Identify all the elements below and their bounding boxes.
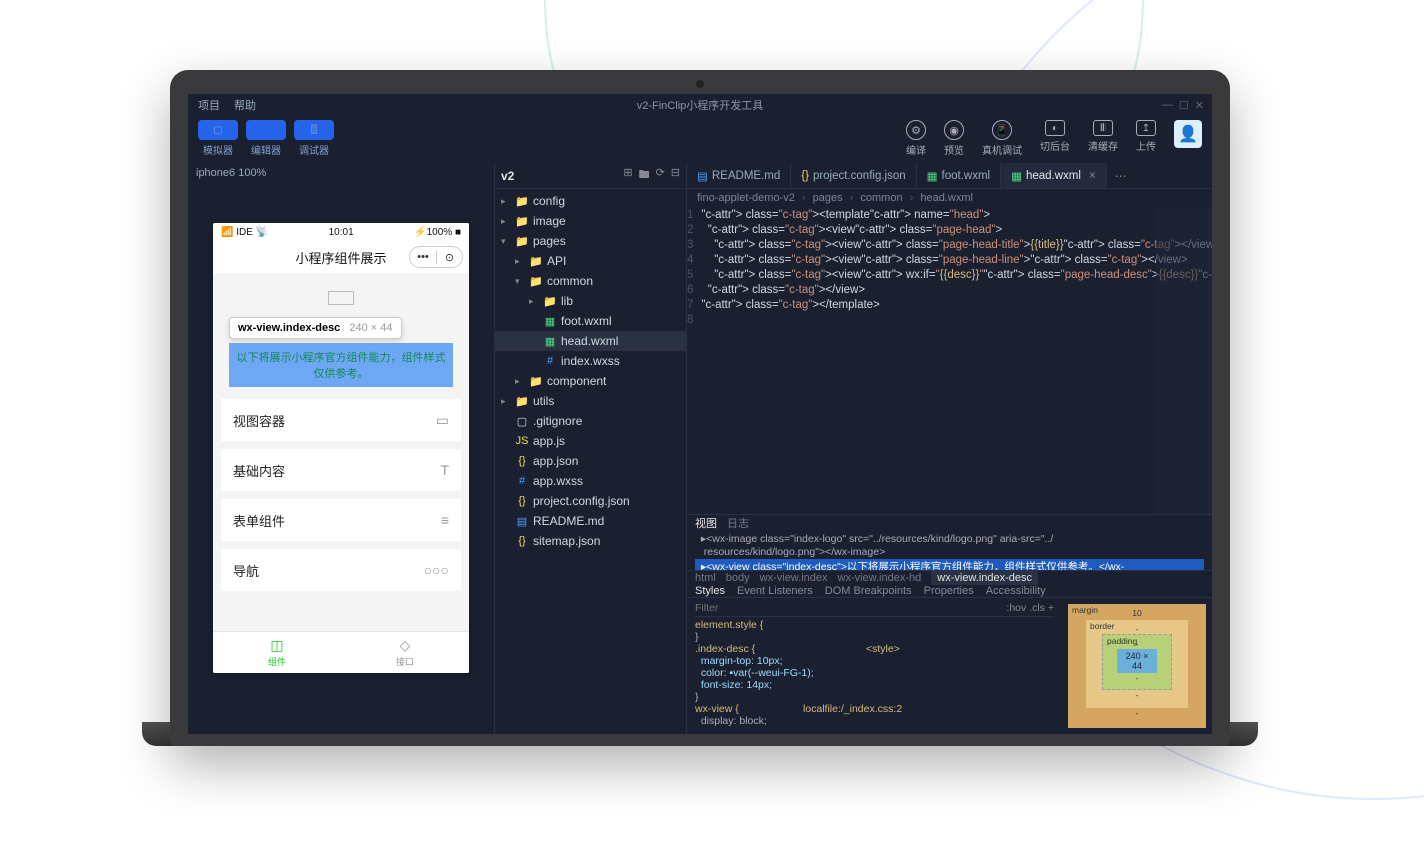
dom-crumb[interactable]: wx-view.index-desc — [931, 571, 1038, 585]
close-icon[interactable]: ✕ — [1195, 99, 1204, 112]
phone-navbar: 小程序组件展示 ••• ⊙ — [213, 241, 469, 273]
phone-tab-接口[interactable]: ◇接口 — [341, 632, 469, 673]
inspector-tooltip: wx-view.index-desc 240 × 44 — [229, 317, 402, 339]
toolbar-调试器[interactable]: ⫿⫿调试器 — [294, 120, 334, 157]
list-item[interactable]: 视图容器▭ — [221, 399, 461, 441]
collapse-icon[interactable]: ⊟ — [671, 166, 680, 185]
window-buttons: — ☐ ✕ — [1162, 99, 1204, 112]
devtools-panel: 视图 日志 ▸<wx-image class="index-logo" src=… — [687, 514, 1212, 734]
tree-node[interactable]: ▸📁image — [495, 211, 686, 231]
tree-node[interactable]: ▦foot.wxml — [495, 311, 686, 331]
dom-tree[interactable]: ▸<wx-image class="index-logo" src="../re… — [687, 531, 1212, 570]
avatar[interactable]: 👤 — [1174, 120, 1202, 148]
tooltip-selector: wx-view.index-desc — [238, 322, 340, 334]
highlighted-element[interactable]: 以下将展示小程序官方组件能力，组件样式仅供参考。 — [229, 343, 453, 387]
minimize-icon[interactable]: — — [1162, 99, 1173, 112]
toolbar-编译[interactable]: ⚙编译 — [906, 120, 926, 157]
new-file-icon[interactable]: ⊞ — [623, 166, 632, 185]
editor-tab[interactable]: ▦foot.wxml — [917, 163, 1001, 188]
laptop-frame: 项目 帮助 v2-FinClip小程序开发工具 — ☐ ✕ ▢模拟器编辑器⫿⫿调… — [170, 70, 1230, 746]
styles-filter-input[interactable] — [695, 602, 795, 614]
list-item[interactable]: 基础内容T — [221, 449, 461, 491]
status-time: 10:01 — [329, 227, 354, 238]
minimap[interactable] — [1156, 207, 1212, 514]
phone-tab-组件[interactable]: ◫组件 — [213, 632, 341, 673]
devtools-subtab[interactable]: DOM Breakpoints — [825, 585, 912, 597]
tabs-more-icon[interactable]: ⋯ — [1107, 163, 1135, 188]
dom-crumb[interactable]: wx-view.index-hd — [838, 572, 922, 584]
tree-node[interactable]: #index.wxss — [495, 351, 686, 371]
toolbar-预览[interactable]: ◉预览 — [944, 120, 964, 157]
simulator-panel: iphone6 100% 📶 IDE 📡 10:01 ⚡100% ■ 小程序组件… — [188, 163, 494, 734]
list-item[interactable]: 表单组件≡ — [221, 499, 461, 541]
devtools-subtab[interactable]: Accessibility — [986, 585, 1046, 597]
tree-node[interactable]: ▸📁component — [495, 371, 686, 391]
nav-title: 小程序组件展示 — [295, 248, 386, 267]
file-tree-panel: v2 ⊞ 🖿 ⟳ ⊟ ▸📁config▸📁image▾📁pages▸📁API▾📁… — [494, 163, 686, 734]
tree-node[interactable]: ▸📁utils — [495, 391, 686, 411]
maximize-icon[interactable]: ☐ — [1179, 99, 1189, 112]
styles-panel[interactable]: :hov .cls + element.style {}.index-desc … — [687, 598, 1062, 734]
tree-node[interactable]: ▤README.md — [495, 511, 686, 531]
dom-breadcrumb[interactable]: html body wx-view.index wx-view.index-hd wx-… — [687, 570, 1212, 585]
editor-tabs: ▤README.md{}project.config.json▦foot.wxm… — [687, 163, 1212, 189]
ide-window: 项目 帮助 v2-FinClip小程序开发工具 — ☐ ✕ ▢模拟器编辑器⫿⫿调… — [188, 94, 1212, 734]
devtools-subtab[interactable]: Properties — [924, 585, 974, 597]
toolbar: ▢模拟器编辑器⫿⫿调试器 ⚙编译 ◉预览 📱真机调试 ◐切后台 𝄃𝄃清缓存 ↥上传 👤 — [188, 116, 1212, 163]
phone-tabbar: ◫组件◇接口 — [213, 631, 469, 673]
device-label[interactable]: iphone6 100% — [188, 163, 494, 183]
refresh-icon[interactable]: ⟳ — [656, 166, 665, 185]
tree-node[interactable]: ▾📁pages — [495, 231, 686, 251]
breadcrumbs[interactable]: fino-applet-demo-v2 › pages › common › h… — [687, 189, 1212, 207]
capsule-more-icon[interactable]: ••• — [410, 251, 436, 263]
tree-root[interactable]: v2 — [501, 169, 514, 183]
logo-placeholder — [328, 291, 354, 305]
tree-node[interactable]: JSapp.js — [495, 431, 686, 451]
tree-node[interactable]: ▦head.wxml — [495, 331, 686, 351]
toolbar-真机调试[interactable]: 📱真机调试 — [982, 120, 1022, 157]
toolbar-上传[interactable]: ↥上传 — [1136, 120, 1156, 153]
box-model[interactable]: margin 10 border - padding - 240 × 4 — [1062, 598, 1212, 734]
status-right: ⚡100% ■ — [414, 227, 461, 238]
capsule-close-icon[interactable]: ⊙ — [436, 251, 462, 264]
tree-node[interactable]: ▸📁config — [495, 191, 686, 211]
editor-tab[interactable]: ▦head.wxml× — [1001, 163, 1107, 188]
box-model-content: 240 × 44 — [1117, 649, 1157, 673]
devtools-tab-view[interactable]: 视图 — [695, 515, 717, 531]
tree-node[interactable]: #app.wxss — [495, 471, 686, 491]
toolbar-切后台[interactable]: ◐切后台 — [1040, 120, 1070, 153]
tree-node[interactable]: {}sitemap.json — [495, 531, 686, 551]
editor-panel: ▤README.md{}project.config.json▦foot.wxm… — [686, 163, 1212, 734]
devtools-tab-log[interactable]: 日志 — [727, 515, 749, 531]
styles-filter-actions[interactable]: :hov .cls + — [1006, 602, 1054, 614]
phone-preview: 📶 IDE 📡 10:01 ⚡100% ■ 小程序组件展示 ••• ⊙ — [213, 223, 469, 673]
dom-crumb[interactable]: wx-view.index — [760, 572, 828, 584]
dom-crumb[interactable]: body — [726, 572, 750, 584]
window-title: v2-FinClip小程序开发工具 — [637, 97, 764, 113]
tree-node[interactable]: ▢.gitignore — [495, 411, 686, 431]
code-editor[interactable]: 12345678 "c-attr"> class="c-tag"><templa… — [687, 207, 1212, 514]
toolbar-清缓存[interactable]: 𝄃𝄃清缓存 — [1088, 120, 1118, 153]
editor-tab[interactable]: {}project.config.json — [791, 163, 916, 188]
tree-node[interactable]: ▸📁lib — [495, 291, 686, 311]
menubar: 项目 帮助 v2-FinClip小程序开发工具 — ☐ ✕ — [188, 94, 1212, 116]
tree-node[interactable]: ▸📁API — [495, 251, 686, 271]
list-item[interactable]: 导航○○○ — [221, 549, 461, 591]
menu-help[interactable]: 帮助 — [234, 97, 256, 113]
tooltip-dims: 240 × 44 — [349, 322, 392, 334]
devtools-subtab[interactable]: Event Listeners — [737, 585, 813, 597]
menu-project[interactable]: 项目 — [198, 97, 220, 113]
devtools-subtab[interactable]: Styles — [695, 585, 725, 597]
toolbar-模拟器[interactable]: ▢模拟器 — [198, 120, 238, 157]
capsule: ••• ⊙ — [409, 246, 463, 268]
dom-crumb[interactable]: html — [695, 572, 716, 584]
tree-node[interactable]: ▾📁common — [495, 271, 686, 291]
phone-status-bar: 📶 IDE 📡 10:01 ⚡100% ■ — [213, 223, 469, 241]
tree-node[interactable]: {}project.config.json — [495, 491, 686, 511]
new-folder-icon[interactable]: 🖿 — [639, 166, 650, 185]
editor-tab[interactable]: ▤README.md — [687, 163, 791, 188]
tree-node[interactable]: {}app.json — [495, 451, 686, 471]
toolbar-编辑器[interactable]: 编辑器 — [246, 120, 286, 157]
status-left: 📶 IDE 📡 — [221, 227, 268, 238]
